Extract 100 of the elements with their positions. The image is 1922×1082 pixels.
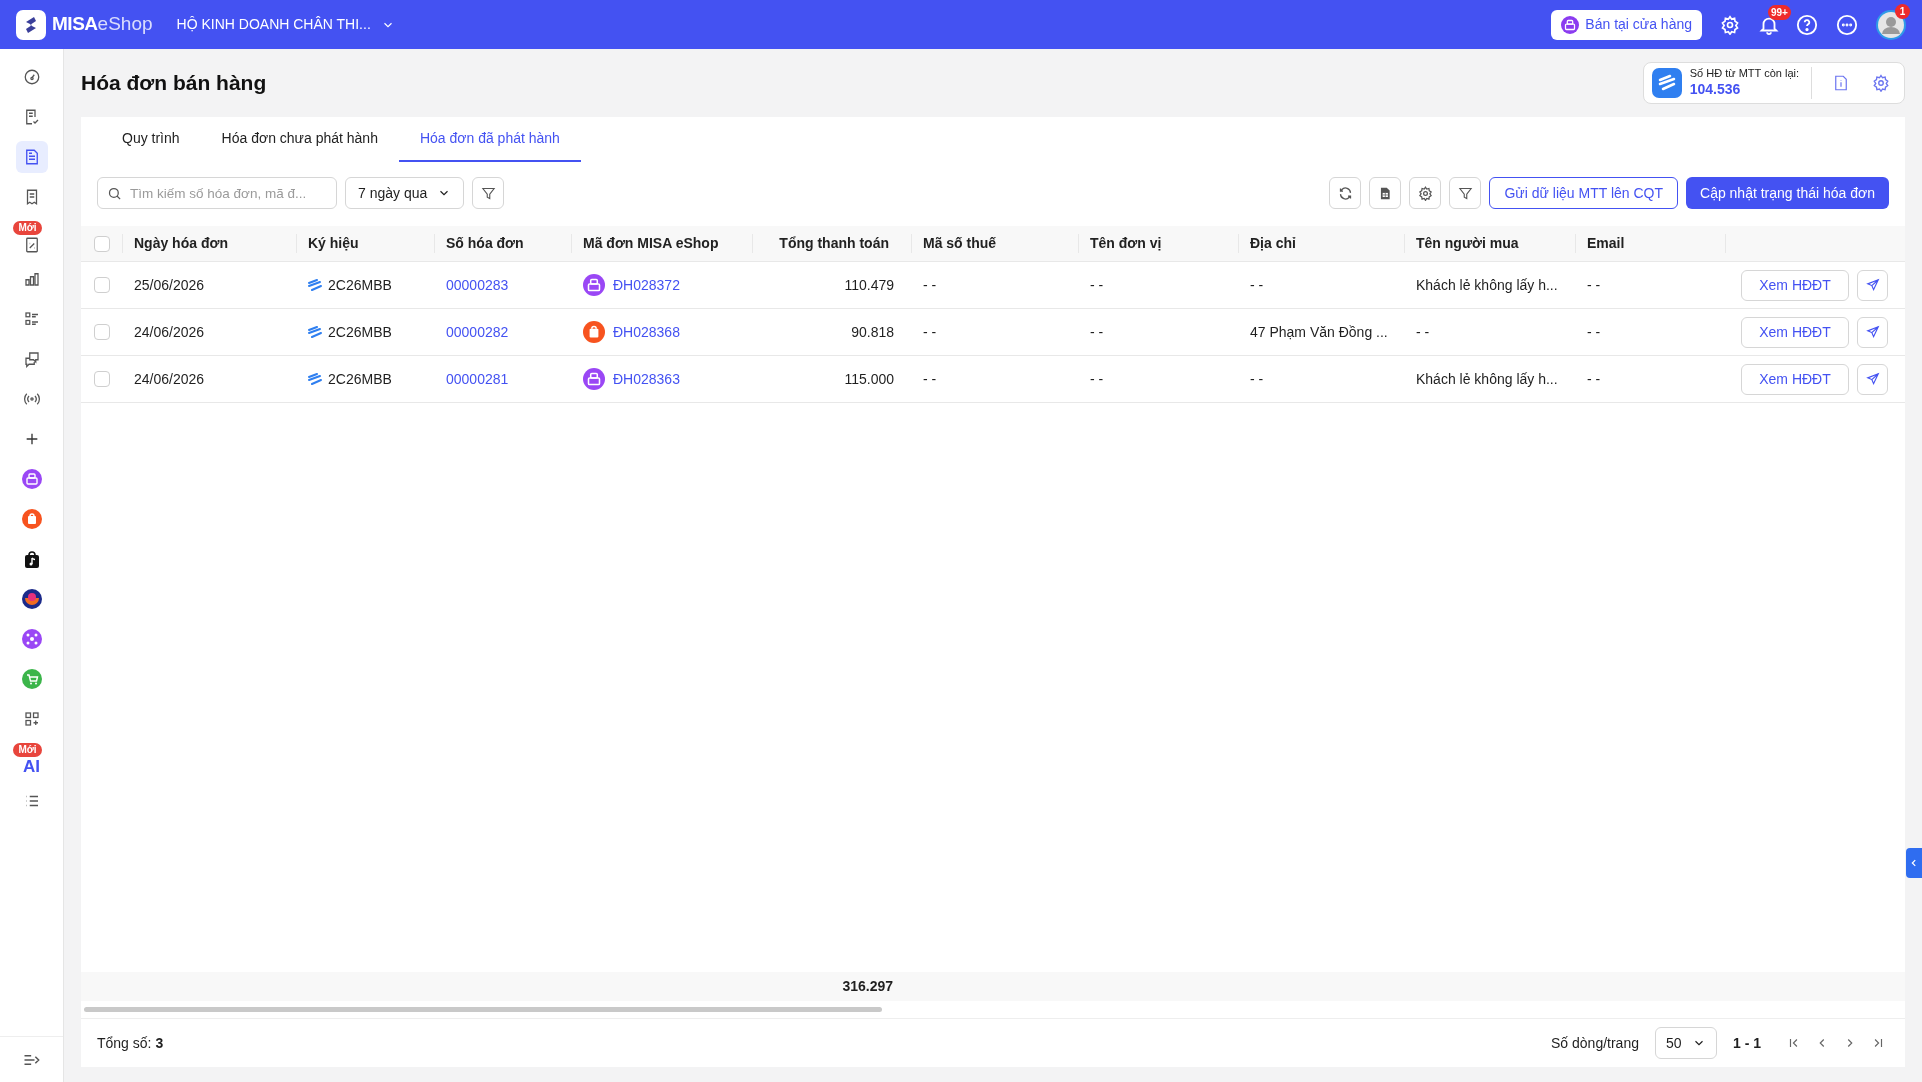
chat-icon [22,350,41,368]
invoice-number-link[interactable]: 00000282 [446,321,509,343]
logo-icon [16,9,46,40]
column-header: Tên đơn vị [1079,234,1239,253]
send-icon [1865,278,1880,292]
page-size-dropdown[interactable]: 50 [1655,1027,1717,1059]
sidebar-item[interactable]: AI [15,757,48,777]
row-checkbox[interactable] [94,277,110,293]
order-link[interactable]: ĐH028363 [613,368,680,390]
settings-icon [1418,185,1433,201]
spreadsheet-icon [1378,185,1393,201]
order-link[interactable]: ĐH028372 [613,274,680,296]
store-icon [21,469,42,489]
column-header: Email [1576,234,1726,253]
filter-button[interactable] [472,177,504,209]
filter-icon [480,185,496,201]
invoice-logo-icon [1651,68,1682,98]
view-invoice-button[interactable]: Xem HĐĐT [1741,269,1849,301]
table-cell-text: - - [1587,275,1601,295]
column-header: Tổng thanh toán [753,234,912,253]
search-field[interactable]: Tìm kiếm số hóa đơn, mã đ... [97,177,337,209]
table-cell-text: Khách lẻ không lấy h... [1416,369,1558,389]
brand-name: eShop [97,12,153,37]
view-invoice-button[interactable]: Xem HĐĐT [1741,316,1849,348]
row-checkbox[interactable] [94,324,110,340]
store-selector[interactable]: HỘ KINH DOANH CHÂN THI... [176,14,395,35]
side-panel-toggle[interactable] [1906,848,1922,878]
cart-icon [21,669,42,689]
new-badge: Mới [13,221,42,235]
filter-icon [1458,185,1473,201]
settings-button[interactable] [1409,177,1442,209]
more-icon[interactable] [1836,13,1858,36]
apps-icon [22,710,41,728]
date-range-dropdown[interactable]: 7 ngày qua [345,177,464,209]
store-icon [583,368,605,390]
bar-chart-icon [22,270,41,288]
settings-icon[interactable] [1872,74,1890,92]
filter-button[interactable] [1449,177,1482,209]
table-cell-text: Khách lẻ không lấy h... [1416,275,1558,295]
export-button[interactable] [1369,177,1402,209]
speedometer-icon [22,68,41,86]
page-range: 1 - 1 [1733,1033,1761,1053]
order-link[interactable]: ĐH028368 [613,321,680,343]
refresh-button[interactable] [1329,177,1362,209]
tab[interactable]: Hóa đơn chưa phát hành [200,117,399,162]
table-cell-text: 115.000 [844,369,894,389]
info-document-icon[interactable] [1832,74,1850,92]
column-header: Ký hiệu [297,234,435,253]
page-title: Hóa đơn bán hàng [81,70,267,97]
table-cell-text: - - [1250,275,1264,295]
total-count: Tổng số: 3 [97,1033,164,1053]
send-button[interactable] [1857,363,1888,395]
table-cell-text: 2C26MBB [328,322,392,342]
table-cell-text: 24/06/2026 [134,322,205,342]
search-icon [107,186,122,201]
view-invoice-button[interactable]: Xem HĐĐT [1741,363,1849,395]
table-cell-text: - - [1587,322,1601,342]
invoice-logo-icon [308,373,322,385]
chevron-left-icon [1909,858,1919,868]
send-button[interactable] [1857,269,1888,301]
invoice-logo-icon [308,326,322,338]
table-cell-text: 24/06/2026 [134,369,205,389]
invoice-number-link[interactable]: 00000283 [446,274,509,296]
send-button[interactable] [1857,316,1888,348]
avatar-icon[interactable] [1876,9,1906,40]
new-badge: Mới [13,743,42,757]
help-icon[interactable] [1796,13,1818,36]
column-header: Địa chỉ [1239,234,1405,253]
row-checkbox[interactable] [94,371,110,387]
store-icon [583,274,605,296]
quota-label: Số HĐ từ MTT còn lại: [1689,67,1799,82]
tab[interactable]: Quy trình [101,117,201,162]
page-size-label: Số dòng/trang [1551,1033,1639,1053]
store-icon [1561,15,1580,34]
column-header: Ngày hóa đơn [123,234,297,253]
table-cell-text: - - [1090,369,1104,389]
shopping-bag-icon [583,321,605,343]
sell-in-store-button[interactable]: Bán tại cửa hàng [1551,9,1702,40]
column-header: Mã số thuế [912,234,1079,253]
invoice-number-link[interactable]: 00000281 [446,368,509,390]
table-cell-text: 90.818 [851,322,894,342]
marketplace-icon [21,589,42,609]
update-status-button[interactable]: Cập nhật trạng thái hóa đơn [1686,177,1889,209]
invoice-logo-icon [308,279,322,291]
table-cell-text: - - [923,369,937,389]
horizontal-scrollbar[interactable] [84,1007,882,1012]
table-cell-text: 25/06/2026 [134,275,205,295]
select-all-checkbox[interactable] [93,235,110,252]
send-data-button[interactable]: Gửi dữ liệu MTT lên CQT [1489,177,1678,209]
quota-value: 104.536 [1689,81,1742,99]
total-sum: 316.297 [841,977,894,996]
table-cell-text: - - [923,275,937,295]
notification-badge: 99+ [1768,4,1791,20]
tab[interactable]: Hóa đơn đã phát hành [398,117,581,162]
table-cell-text: 2C26MBB [328,369,392,389]
table-cell-text: - - [923,322,937,342]
notification-badge: 1 [1895,3,1910,19]
refresh-icon [1338,185,1353,201]
list-grid-icon [22,310,41,328]
column-header: Số hóa đơn [435,234,572,253]
